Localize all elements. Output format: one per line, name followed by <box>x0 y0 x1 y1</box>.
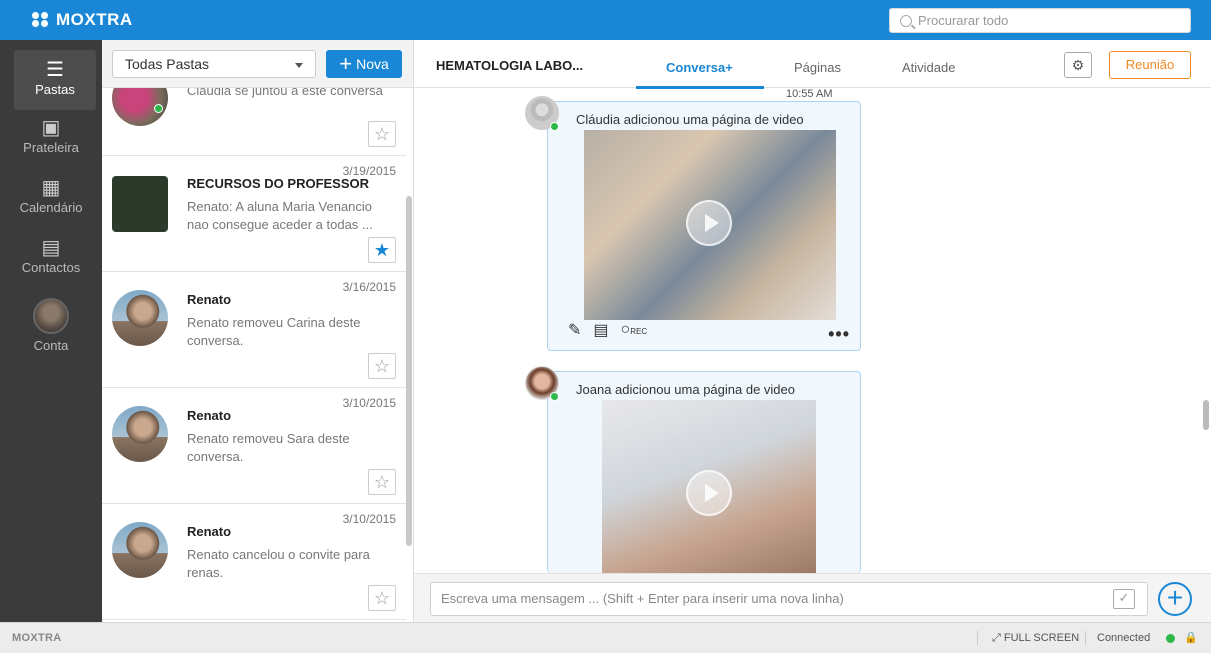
message-placeholder: Escreva uma mensagem ... (Shift + Enter … <box>441 591 844 606</box>
record-label: REC <box>630 327 648 336</box>
list-item[interactable]: 3/10/2015 Renato Renato removeu Sara des… <box>102 388 406 504</box>
star-icon[interactable]: ☆ <box>368 121 396 147</box>
people-settings-icon: ⚙ <box>1071 57 1085 73</box>
account-avatar <box>33 298 69 334</box>
conversation-header: HEMATOLOGIA LABO... Conversa+ Páginas At… <box>414 40 1211 89</box>
nav-label: Pastas <box>35 82 75 97</box>
conversation-list: Cláudia se juntou a este conversa ☆ 3/19… <box>102 40 414 622</box>
star-icon[interactable]: ★ <box>368 237 396 263</box>
star-icon[interactable]: ☆ <box>368 353 396 379</box>
more-options-icon[interactable]: ••• <box>828 324 850 345</box>
tab-conversa[interactable]: Conversa+ <box>666 60 733 75</box>
feed-card[interactable]: Joana adicionou uma página de video <box>547 371 861 574</box>
feed-card-text: Joana adicionou uma página de video <box>576 382 796 397</box>
play-icon[interactable] <box>686 200 732 246</box>
conversation-avatar <box>112 176 168 232</box>
new-conversation-button[interactable]: + Nova <box>326 50 402 78</box>
conversation-message: Renato cancelou o convite para renas. <box>187 547 370 580</box>
conversation-message: Renato removeu Sara deste conversa. <box>187 431 350 464</box>
list-scrollbar[interactable] <box>406 196 412 546</box>
compose-bar: Escreva uma mensagem ... (Shift + Enter … <box>414 573 1211 622</box>
separator <box>1085 631 1086 645</box>
play-icon[interactable] <box>686 470 732 516</box>
conversation-title: HEMATOLOGIA LABO... <box>436 58 584 73</box>
list-item[interactable]: Cláudia se juntou a este conversa ☆ <box>102 70 406 156</box>
fullscreen-button[interactable]: ⤢ FULL SCREEN <box>992 632 1079 645</box>
conversation-title: Renato <box>187 524 232 539</box>
search-placeholder: Procurarar todo <box>918 13 1009 28</box>
list-item[interactable]: 3/10/2015 Renato Renato cancelou o convi… <box>102 504 406 620</box>
comment-icon[interactable]: ▤ <box>593 320 608 340</box>
list-item[interactable]: 3/19/2015 RECURSOS DO PROFESSOR Renato: … <box>102 156 406 272</box>
fullscreen-label: FULL SCREEN <box>1003 632 1080 644</box>
manage-members-button[interactable]: ⚙ <box>1064 52 1092 78</box>
nav-conta[interactable]: Conta <box>0 298 102 358</box>
nav-label: Calendário <box>19 200 83 215</box>
tab-atividade[interactable]: Atividade <box>902 60 955 75</box>
search-icon <box>900 14 912 27</box>
moxtra-logo-icon <box>32 12 50 28</box>
separator <box>977 631 978 645</box>
plus-icon: + <box>339 51 353 76</box>
nav-label: Conta <box>33 338 69 353</box>
edit-pencil-icon[interactable]: ✎ <box>568 320 581 340</box>
nav-calendario[interactable]: ▦ Calendário <box>0 176 102 226</box>
online-status-icon <box>154 104 163 113</box>
conversation-avatar <box>112 406 168 462</box>
new-button-label: Nova <box>356 56 389 72</box>
online-status-icon <box>550 122 559 131</box>
lock-icon: 🔒 <box>1184 632 1198 644</box>
left-navigation: ☰ Pastas ▣ Prateleira ▦ Calendário ▤ Con… <box>0 40 102 622</box>
nav-prateleira[interactable]: ▣ Prateleira <box>0 116 102 166</box>
app-logo-text: MOXTRA <box>56 10 133 29</box>
card-toolbar: ✎ ▤ ○REC <box>568 320 647 340</box>
conversation-title: Renato <box>187 292 232 307</box>
conversation-message: Renato: A aluna Maria Venancio nao conse… <box>187 199 373 232</box>
conversation-message: Renato removeu Carina deste conversa. <box>187 315 361 348</box>
calendar-icon: ▦ <box>41 177 61 199</box>
conversation-avatar <box>112 522 168 578</box>
feed-card[interactable]: Cláudia adicionou uma página de video ✎ … <box>547 101 861 351</box>
shelf-icon: ▣ <box>41 117 61 139</box>
conversation-title: Renato <box>187 408 232 423</box>
list-item[interactable]: 3/16/2015 Renato Renato removeu Carina d… <box>102 272 406 388</box>
nav-pastas[interactable]: ☰ Pastas <box>14 50 96 110</box>
message-input[interactable]: Escreva uma mensagem ... (Shift + Enter … <box>430 582 1148 616</box>
record-icon[interactable]: ○REC <box>621 321 648 339</box>
list-header: Todas Pastas + Nova <box>102 40 413 88</box>
meeting-button[interactable]: Reunião <box>1109 51 1191 79</box>
tab-paginas[interactable]: Páginas <box>794 60 841 75</box>
feed-scrollbar[interactable] <box>1203 400 1209 430</box>
nav-label: Prateleira <box>23 140 79 155</box>
app-logo[interactable]: MOXTRA <box>32 10 133 30</box>
top-bar: MOXTRA Procurarar todo <box>0 0 1211 40</box>
online-status-icon <box>550 392 559 401</box>
active-tab-indicator <box>636 86 764 89</box>
nav-label: Contactos <box>21 260 81 275</box>
list-icon: ☰ <box>46 59 64 81</box>
conversation-panel: HEMATOLOGIA LABO... Conversa+ Páginas At… <box>414 40 1211 622</box>
expand-icon: ⤢ <box>992 632 1004 644</box>
contacts-icon: ▤ <box>41 237 61 259</box>
caret-down-icon <box>295 63 303 68</box>
conversation-avatar <box>112 290 168 346</box>
status-logo: MOXTRA <box>12 632 62 644</box>
status-bar: MOXTRA ⤢ FULL SCREEN Connected 🔒 <box>0 622 1211 653</box>
search-input[interactable]: Procurarar todo <box>889 8 1191 33</box>
video-thumbnail[interactable] <box>584 130 836 320</box>
video-thumbnail[interactable] <box>602 400 816 574</box>
nav-contactos[interactable]: ▤ Contactos <box>0 236 102 286</box>
connection-status-icon <box>1166 634 1175 643</box>
checkbox-icon[interactable]: ✓ <box>1113 589 1135 609</box>
conversation-title: RECURSOS DO PROFESSOR <box>187 176 370 191</box>
feed-card-text: Cláudia adicionou uma página de video <box>576 112 804 127</box>
folder-dropdown-value: Todas Pastas <box>125 56 210 72</box>
star-icon[interactable]: ☆ <box>368 469 396 495</box>
connection-status: Connected <box>1097 632 1151 644</box>
star-icon[interactable]: ☆ <box>368 585 396 611</box>
folder-dropdown[interactable]: Todas Pastas <box>112 50 316 78</box>
message-timestamp: 10:55 AM <box>786 88 833 100</box>
add-content-button[interactable]: + <box>1158 582 1192 616</box>
